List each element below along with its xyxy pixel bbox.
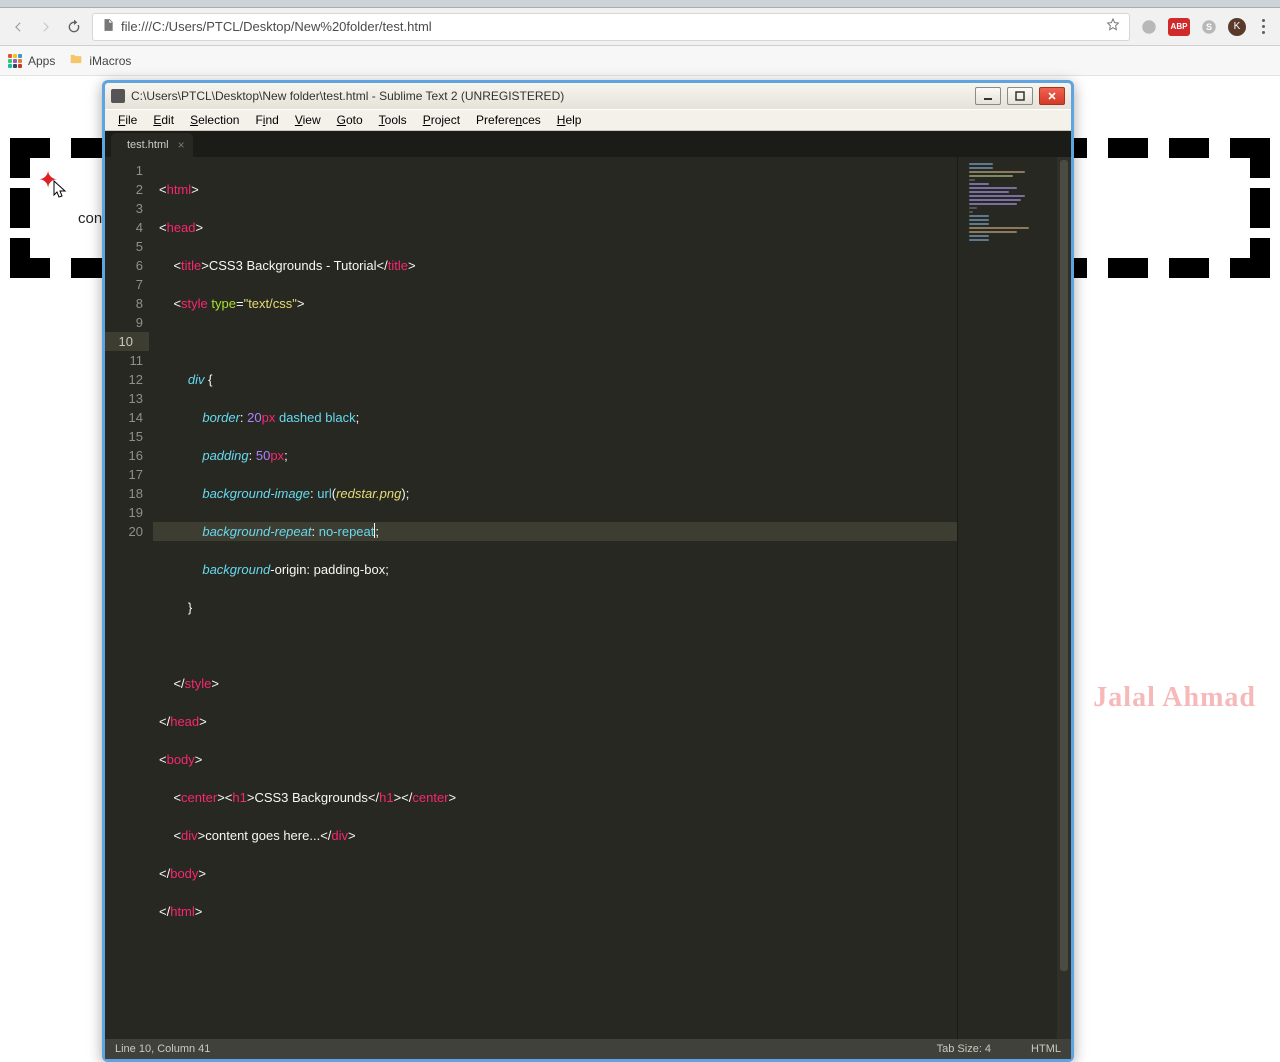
address-bar[interactable]: file:///C:/Users/PTCL/Desktop/New%20fold… <box>92 13 1130 41</box>
sublime-window[interactable]: C:\Users\PTCL\Desktop\New folder\test.ht… <box>102 80 1074 1062</box>
apps-grid-icon <box>8 54 22 68</box>
apps-shortcut[interactable]: Apps <box>8 54 55 68</box>
bookmark-star-button[interactable] <box>1105 17 1121 36</box>
url-text: file:///C:/Users/PTCL/Desktop/New%20fold… <box>121 19 432 34</box>
browser-tabstrip <box>0 0 1280 8</box>
minimap[interactable] <box>957 157 1057 1039</box>
menu-preferences[interactable]: Preferences <box>469 111 548 129</box>
cursor-position: Line 10, Column 41 <box>115 1043 210 1055</box>
reload-button[interactable] <box>64 17 84 37</box>
tab-bar: test.html × <box>105 131 1071 157</box>
chrome-menu-button[interactable] <box>1254 19 1272 34</box>
browser-toolbar: file:///C:/Users/PTCL/Desktop/New%20fold… <box>0 8 1280 46</box>
reload-icon <box>66 19 82 35</box>
folder-icon <box>69 52 83 69</box>
watermark: Jalal Ahmad <box>1093 682 1256 714</box>
maximize-button[interactable] <box>1007 87 1033 105</box>
code-editor[interactable]: <html> <head> <title>CSS3 Backgrounds - … <box>153 157 957 1039</box>
mouse-cursor-icon <box>53 180 69 205</box>
file-icon <box>101 18 115 35</box>
menu-tools[interactable]: Tools <box>372 111 414 129</box>
tab-label: test.html <box>127 139 169 151</box>
skype-icon[interactable]: S <box>1198 16 1220 38</box>
svg-text:S: S <box>1206 22 1212 32</box>
close-button[interactable] <box>1039 87 1065 105</box>
status-bar: Line 10, Column 41 Tab Size: 4 HTML <box>105 1039 1071 1059</box>
back-button[interactable] <box>8 17 28 37</box>
minimize-button[interactable] <box>975 87 1001 105</box>
extension-k-icon[interactable]: K <box>1228 18 1246 36</box>
syntax-indicator[interactable]: HTML <box>1031 1043 1061 1055</box>
bookmark-imacros[interactable]: iMacros <box>69 52 131 69</box>
menu-find[interactable]: Find <box>248 111 285 129</box>
app-icon <box>111 89 125 103</box>
forward-button[interactable] <box>36 17 56 37</box>
arrow-left-icon <box>11 20 25 34</box>
tab-test-html[interactable]: test.html × <box>111 133 193 157</box>
adblock-icon[interactable]: ABP <box>1168 18 1190 36</box>
menu-goto[interactable]: Goto <box>330 111 370 129</box>
apps-label: Apps <box>28 54 55 68</box>
tab-close-icon[interactable]: × <box>178 138 185 152</box>
menu-selection[interactable]: Selection <box>183 111 246 129</box>
bookmark-label: iMacros <box>89 54 131 68</box>
menu-view[interactable]: View <box>288 111 328 129</box>
content-text: con <box>78 210 102 227</box>
menu-file[interactable]: File <box>111 111 144 129</box>
editor-area[interactable]: 1 2 3 4 5 6 7 8 9 10 11 12 13 14 15 16 1… <box>105 131 1071 1039</box>
line-number-gutter: 1 2 3 4 5 6 7 8 9 10 11 12 13 14 15 16 1… <box>105 157 153 1039</box>
menu-project[interactable]: Project <box>416 111 467 129</box>
window-title: C:\Users\PTCL\Desktop\New folder\test.ht… <box>131 89 969 103</box>
arrow-right-icon <box>39 20 53 34</box>
menu-help[interactable]: Help <box>550 111 589 129</box>
extension-icon-1[interactable] <box>1138 16 1160 38</box>
tab-size-indicator[interactable]: Tab Size: 4 <box>937 1043 991 1055</box>
bookmarks-bar: Apps iMacros <box>0 46 1280 76</box>
menu-edit[interactable]: Edit <box>146 111 181 129</box>
menu-bar: File Edit Selection Find View Goto Tools… <box>105 109 1071 131</box>
vertical-scrollbar[interactable] <box>1057 157 1071 1039</box>
window-titlebar[interactable]: C:\Users\PTCL\Desktop\New folder\test.ht… <box>105 83 1071 109</box>
editor-body: test.html × 1 2 3 4 5 6 7 8 9 10 11 12 1… <box>105 131 1071 1039</box>
